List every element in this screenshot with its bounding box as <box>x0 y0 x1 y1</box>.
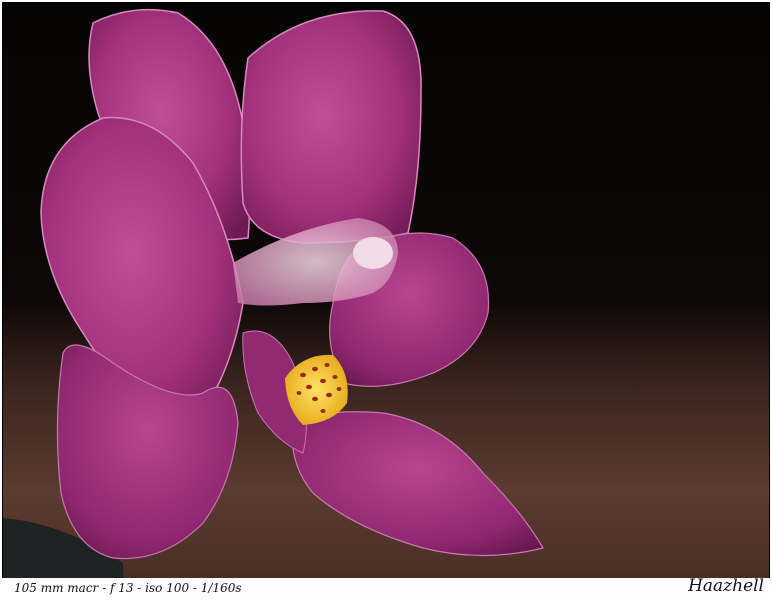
orchid-illustration <box>3 3 769 578</box>
anther-cap <box>353 237 393 269</box>
orchid-photo <box>2 2 770 579</box>
exif-caption: 105 mm macr - f 13 - iso 100 - 1/160s <box>14 581 242 595</box>
photographer-signature: Haazhell <box>688 576 764 596</box>
caption-bar: 105 mm macr - f 13 - iso 100 - 1/160s Ha… <box>0 576 772 600</box>
image-frame: 105 mm macr - f 13 - iso 100 - 1/160s Ha… <box>0 0 772 600</box>
upper-right-petal <box>240 10 422 244</box>
